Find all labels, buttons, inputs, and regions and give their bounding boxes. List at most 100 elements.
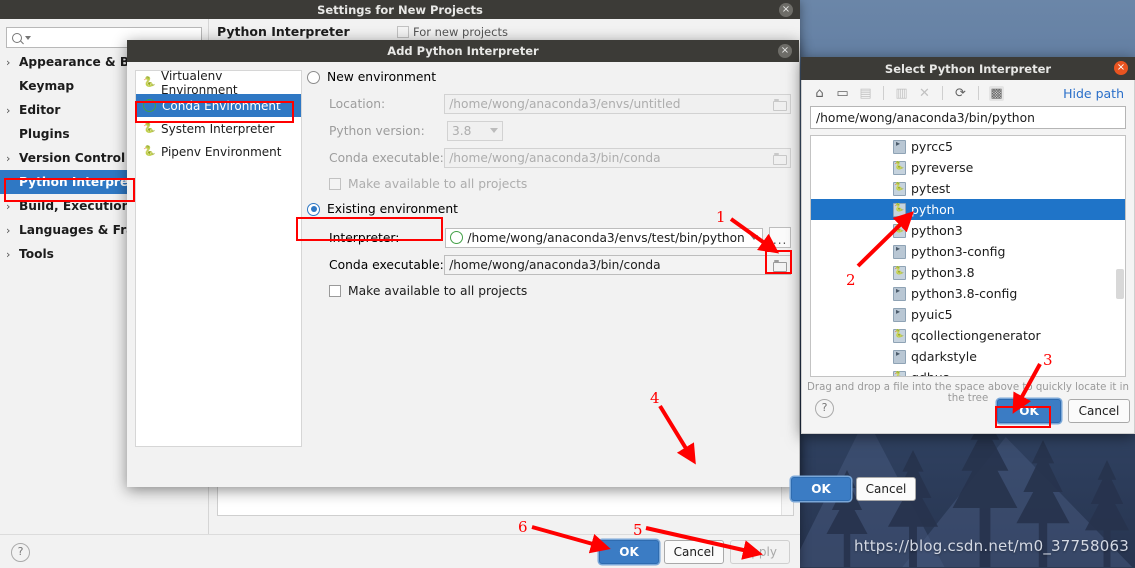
location-input: /home/wong/anaconda3/envs/untitled [444, 93, 791, 114]
search-icon [12, 32, 22, 43]
list-item[interactable]: pyreverse [811, 157, 1125, 178]
checkbox-icon [329, 284, 341, 297]
list-item[interactable]: python3.8-config [811, 283, 1125, 304]
list-item[interactable]: python3.8 [811, 262, 1125, 283]
select-cancel-button[interactable]: Cancel [1068, 399, 1130, 423]
path-input[interactable]: /home/wong/anaconda3/bin/python [810, 106, 1126, 129]
list-item[interactable]: pytest [811, 178, 1125, 199]
env-type-system-interpreter[interactable]: 🐍 System Interpreter [136, 117, 301, 140]
executable-file-icon [893, 349, 906, 364]
help-icon[interactable]: ? [11, 543, 30, 562]
add-python-interpreter-dialog: Add Python Interpreter × 🐍 Virtualenv Env… [127, 40, 916, 501]
interpreter-row: Interpreter: /home/wong/anaconda3/envs/t… [307, 224, 791, 251]
help-icon[interactable]: ? [815, 399, 834, 418]
location-row: Location: /home/wong/anaconda3/envs/unti… [307, 90, 791, 117]
add-dialog-title: Add Python Interpreter [387, 44, 539, 58]
path-value: /home/wong/anaconda3/bin/python [816, 110, 1035, 125]
make-available-existing-label: Make available to all projects [348, 283, 528, 298]
env-type-virtualenv-environment[interactable]: 🐍 Virtualenv Environment [136, 69, 301, 97]
close-icon[interactable]: × [778, 44, 792, 58]
settings-cancel-button[interactable]: Cancel [664, 540, 724, 564]
python-file-icon [893, 160, 906, 175]
chevron-right-icon: › [6, 247, 11, 261]
conda-executable-existing-label: Conda executable: [329, 257, 444, 272]
env-type-pipenv-environment[interactable]: 🐍 Pipenv Environment [136, 140, 301, 163]
file-name: pyrcc5 [911, 139, 953, 154]
interpreter-select[interactable]: /home/wong/anaconda3/envs/test/bin/pytho… [445, 227, 764, 248]
close-icon[interactable]: × [1114, 61, 1128, 75]
file-name: qcollectiongenerator [911, 328, 1041, 343]
make-available-new-checkbox: Make available to all projects [307, 171, 791, 196]
python-version-label: Python version: [329, 123, 425, 138]
list-item[interactable]: qdbus [811, 367, 1125, 376]
home-icon[interactable]: ⌂ [812, 86, 827, 101]
python-venv-icon: 🐍 [143, 77, 156, 88]
select-dialog-titlebar: Select Python Interpreter × [801, 57, 1135, 80]
file-list[interactable]: pyrcc5 pyreverse pytest python python3 python… [810, 135, 1126, 377]
folder-icon [773, 259, 787, 272]
new-environment-label: New environment [327, 70, 437, 84]
select-dialog-footer: ? OK Cancel [802, 399, 1135, 425]
file-name: qdarkstyle [911, 349, 977, 364]
add-dialog-titlebar: Add Python Interpreter × [127, 40, 799, 62]
existing-environment-radio[interactable]: Existing environment [307, 202, 791, 216]
list-item[interactable]: qcollectiongenerator [811, 325, 1125, 346]
make-available-new-label: Make available to all projects [348, 176, 528, 191]
chevron-right-icon: › [6, 223, 11, 237]
settings-apply-button[interactable]: Apply [730, 540, 790, 564]
conda-executable-existing-value: /home/wong/anaconda3/bin/conda [449, 257, 661, 272]
settings-ok-button[interactable]: OK [599, 540, 659, 564]
toolbar-separator [883, 86, 884, 100]
list-item[interactable]: python [811, 199, 1125, 220]
list-item[interactable]: pyuic5 [811, 304, 1125, 325]
conda-ring-icon [143, 99, 156, 112]
folder-hidden-icon[interactable]: ▤ [858, 86, 873, 101]
interpreter-label: Interpreter: [329, 230, 400, 245]
interpreter-value: /home/wong/anaconda3/envs/test/bin/pytho… [467, 230, 745, 245]
env-type-label: Conda Environment [162, 98, 281, 113]
settings-footer: ? OK Cancel Apply [0, 534, 800, 568]
environment-type-list: 🐍 Virtualenv Environment Conda Environment… [135, 69, 302, 447]
chevron-right-icon: › [6, 151, 11, 165]
executable-file-icon [893, 286, 906, 301]
close-icon[interactable]: × [779, 3, 793, 17]
toolbar-separator [942, 86, 943, 100]
page-title: Python Interpreter [217, 24, 350, 39]
list-item[interactable]: qdarkstyle [811, 346, 1125, 367]
file-name: python [911, 202, 955, 217]
python-file-icon [893, 202, 906, 217]
chevron-down-icon [750, 235, 759, 240]
list-item[interactable]: python3-config [811, 241, 1125, 262]
refresh-icon[interactable]: ⟳ [953, 86, 968, 101]
conda-executable-value: /home/wong/anaconda3/bin/conda [449, 150, 661, 165]
for-new-projects-label: For new projects [413, 25, 508, 39]
new-environment-radio[interactable]: New environment [307, 70, 791, 84]
env-type-label: Pipenv Environment [161, 144, 282, 159]
list-item[interactable]: python3 [811, 220, 1125, 241]
settings-title: Settings for New Projects [317, 2, 483, 17]
desktop-icon[interactable]: ▭ [835, 86, 850, 101]
file-name: python3.8-config [911, 286, 1018, 301]
environment-config-panel: New environment Location: /home/wong/ana… [307, 70, 791, 445]
file-list-scrollbar[interactable] [1116, 269, 1124, 299]
file-name: python3-config [911, 244, 1006, 259]
browse-interpreter-button[interactable]: ... [769, 227, 791, 248]
list-item[interactable]: pyrcc5 [811, 136, 1125, 157]
env-type-conda-environment[interactable]: Conda Environment [136, 94, 301, 117]
conda-executable-label: Conda executable: [329, 150, 444, 165]
for-new-projects-checkbox[interactable]: For new projects [397, 25, 508, 39]
hide-path-link[interactable]: Hide path [1063, 86, 1124, 101]
new-folder-icon[interactable]: ▥ [894, 86, 909, 101]
add-dialog-ok-button[interactable]: OK [791, 477, 851, 501]
select-ok-button[interactable]: OK [997, 399, 1061, 423]
select-dialog-body: ⌂ ▭ ▤ ▥ ✕ ⟳ ▩ Hide path /home/wong/anaconda3/bi… [801, 80, 1135, 434]
show-hidden-icon[interactable]: ▩ [989, 85, 1004, 101]
conda-executable-new-row: Conda executable: /home/wong/anaconda3/b… [307, 144, 791, 171]
conda-executable-existing-input[interactable]: /home/wong/anaconda3/bin/conda [444, 254, 791, 275]
add-dialog-cancel-button[interactable]: Cancel [856, 477, 916, 501]
radio-icon [307, 202, 320, 216]
python-file-icon [893, 223, 906, 238]
python-file-icon [893, 265, 906, 280]
make-available-existing-checkbox[interactable]: Make available to all projects [307, 278, 791, 303]
delete-icon[interactable]: ✕ [917, 86, 932, 101]
